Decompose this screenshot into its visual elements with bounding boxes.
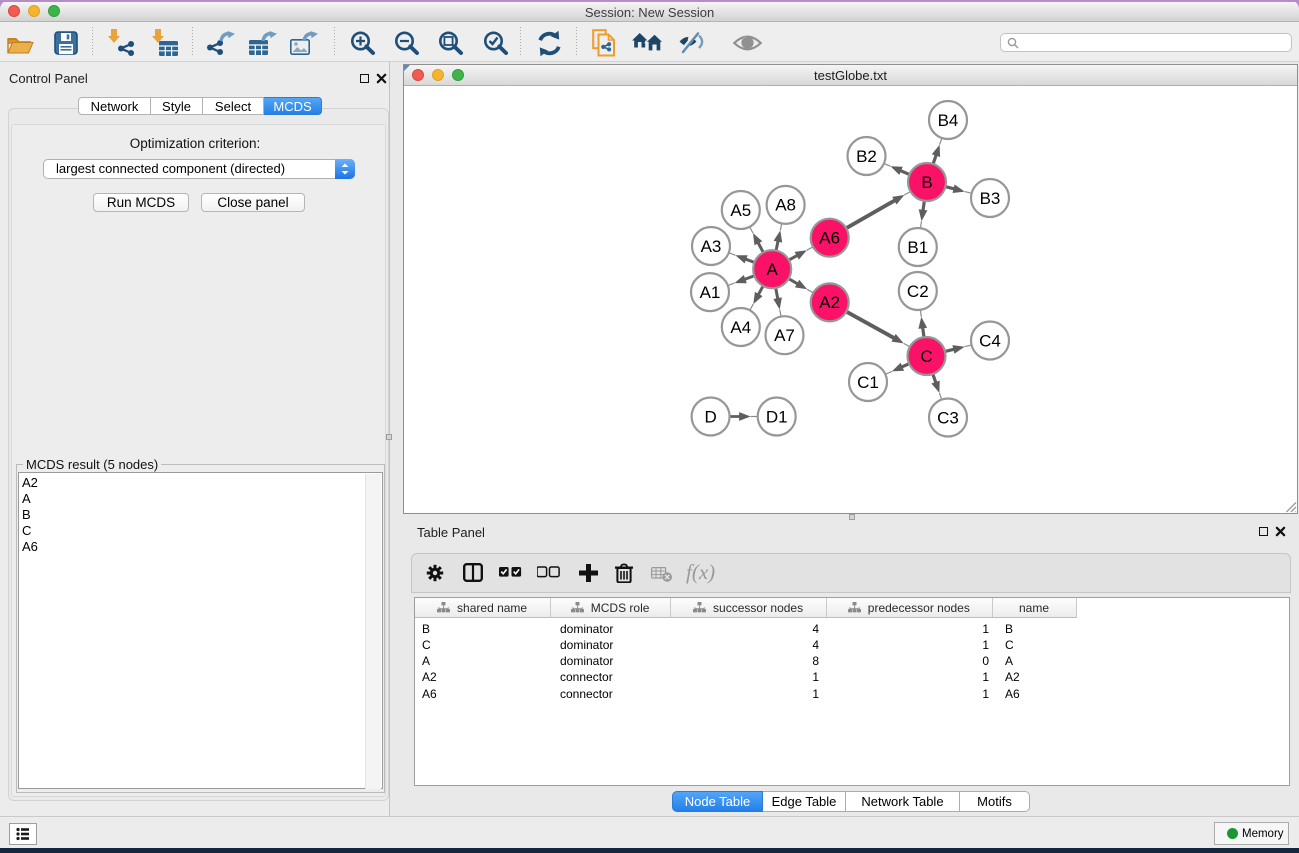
svg-text:D1: D1 [766,407,788,426]
svg-text:B4: B4 [938,111,959,130]
svg-text:B1: B1 [907,238,928,257]
svg-text:B: B [921,173,932,192]
svg-text:B3: B3 [980,189,1001,208]
svg-text:A: A [767,260,779,279]
svg-text:A6: A6 [819,229,840,248]
svg-text:C: C [920,347,932,366]
svg-text:C4: C4 [979,331,1001,350]
svg-text:C2: C2 [907,282,929,301]
svg-text:C3: C3 [937,408,959,427]
svg-text:A1: A1 [700,283,721,302]
svg-text:A8: A8 [775,196,796,215]
svg-text:A4: A4 [730,318,751,337]
svg-text:A7: A7 [774,326,795,345]
svg-text:C1: C1 [857,373,879,392]
svg-text:D: D [704,407,716,426]
svg-text:B2: B2 [856,147,877,166]
svg-text:A5: A5 [730,201,751,220]
svg-text:A2: A2 [819,293,840,312]
svg-text:A3: A3 [701,237,722,256]
